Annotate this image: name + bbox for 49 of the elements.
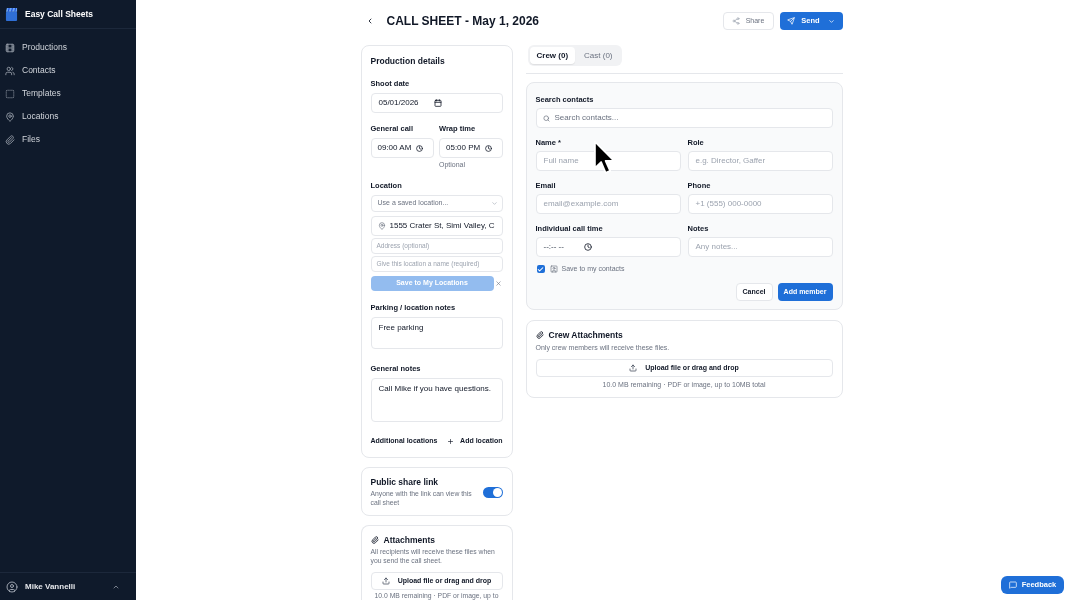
card-title: Production details	[370, 56, 446, 66]
film-icon	[5, 42, 15, 53]
sidebar-item[interactable]: Productions	[2, 36, 134, 59]
send-icon	[787, 17, 796, 25]
user-menu-button[interactable]: Mike Vannelli	[0, 572, 136, 600]
parking-notes-textarea[interactable]: Free parking	[370, 317, 503, 349]
address-search-field[interactable]: 1555 Crater St, Simi Valley, C	[370, 216, 503, 236]
tab[interactable]: Cast (0)	[577, 47, 620, 64]
share-icon	[731, 17, 740, 25]
tab[interactable]: Crew (0)	[529, 47, 576, 64]
card-title: Attachments	[383, 535, 435, 545]
user-circle-icon	[6, 580, 18, 593]
upload-icon	[381, 577, 390, 585]
time-field[interactable]: 05:00 PM	[439, 138, 503, 158]
sidebar-item[interactable]: Locations	[2, 105, 134, 128]
brand-name: Easy Call Sheets	[25, 7, 94, 21]
users-icon	[5, 65, 15, 76]
chevron-down-icon	[827, 17, 835, 25]
paperclip-icon	[535, 331, 544, 339]
sidebar-item[interactable]: Files	[2, 128, 134, 151]
search-field[interactable]: Search contacts...	[535, 108, 833, 128]
time-field[interactable]: --:-- --	[535, 237, 681, 257]
chat-bubble-icon	[1008, 581, 1017, 589]
card-title: Crew Attachments	[548, 330, 623, 340]
plus-icon	[447, 437, 455, 445]
search-icon	[542, 114, 550, 122]
map-pin-icon	[377, 222, 386, 230]
clock-icon	[485, 144, 493, 152]
chevron-down-icon	[490, 200, 498, 207]
contact-card-icon	[549, 265, 558, 273]
clock-icon	[583, 243, 592, 251]
dashed-square-icon	[5, 88, 15, 99]
paperclip-icon	[5, 134, 15, 145]
map-pin-icon	[5, 111, 15, 122]
check-icon	[537, 265, 544, 273]
time-field[interactable]: 09:00 AM	[370, 138, 434, 158]
calendar-icon	[433, 99, 442, 107]
checkbox[interactable]	[536, 265, 545, 273]
sidebar-item[interactable]: Contacts	[2, 59, 134, 82]
general-notes-textarea[interactable]: Call Mike if you have questions.	[370, 378, 503, 422]
toggle-switch[interactable]	[482, 487, 503, 498]
card-title: Public share link	[370, 477, 440, 487]
paperclip-icon	[370, 536, 379, 544]
sidebar-item[interactable]: Templates	[2, 82, 134, 105]
upload-icon	[629, 364, 638, 372]
page-title: CALL SHEET - May 1, 2026	[386, 13, 539, 30]
clock-icon	[416, 144, 424, 152]
date-field[interactable]: 05/01/2026	[370, 93, 503, 113]
clapperboard-logo-icon	[5, 7, 18, 21]
